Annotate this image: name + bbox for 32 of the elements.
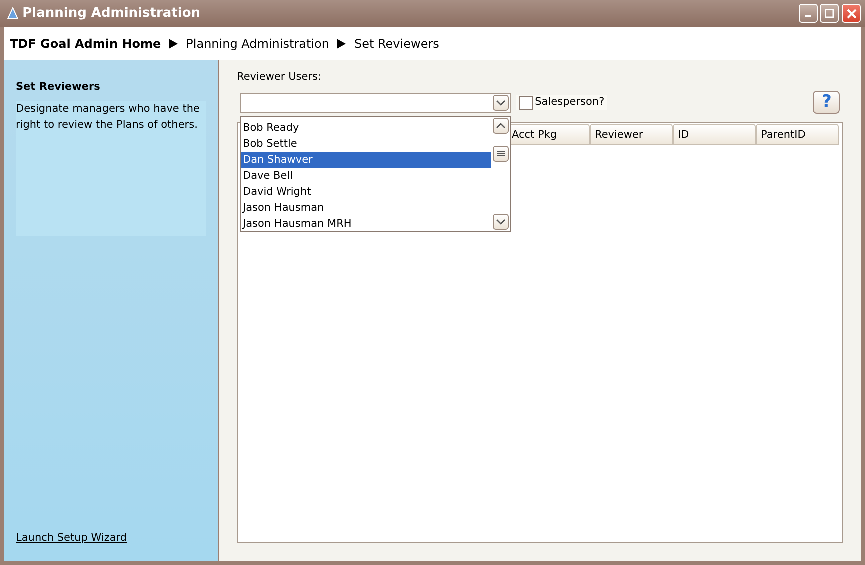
dropdown-option[interactable]: Dan Shawver [241,152,491,168]
checkbox-label: Salesperson? [535,94,605,110]
field-label: Reviewer Users: [237,70,323,85]
dropdown-option[interactable]: Dave Bell [241,168,491,184]
app-icon [6,6,20,20]
maximize-button[interactable] [820,4,840,23]
salesperson-checkbox[interactable] [518,96,532,110]
sidebar-description: Designate managers who have the right to review the Plans of others. [16,102,201,133]
window-title: Planning Administration [22,4,202,23]
home-breadcrumb[interactable]: TDF Goal Admin Home [10,34,162,52]
column-header[interactable]: Reviewer [590,124,673,145]
scroll-down-icon[interactable] [492,214,508,230]
minimize-button[interactable] [798,4,818,23]
column-header[interactable]: ParentID [756,124,839,145]
breadcrumb-item[interactable]: Set Reviewers [354,34,440,52]
scroll-up-icon[interactable] [492,118,508,134]
dropdown-option[interactable]: Jason Hausman MRH [241,216,491,232]
maximize-icon [825,9,834,18]
sidebar-title: Set Reviewers [16,80,102,95]
setup-wizard-link[interactable]: Launch Setup Wizard [16,531,128,547]
chevron-right-icon [169,38,178,48]
help-button[interactable]: ? [813,91,840,114]
dropdown-option[interactable]: Bob Settle [241,136,491,152]
close-icon [846,8,856,18]
dropdown-option[interactable]: David Wright [241,184,491,200]
close-button[interactable] [842,4,861,23]
scroll-thumb[interactable] [492,146,508,162]
breadcrumb-item[interactable]: Planning Administration [186,34,330,52]
column-header[interactable]: ID [673,124,756,145]
chevron-right-icon [337,38,346,48]
dropdown-option[interactable]: Bob Ready [241,120,491,136]
dropdown-option[interactable]: Jason Hausman [241,200,491,216]
